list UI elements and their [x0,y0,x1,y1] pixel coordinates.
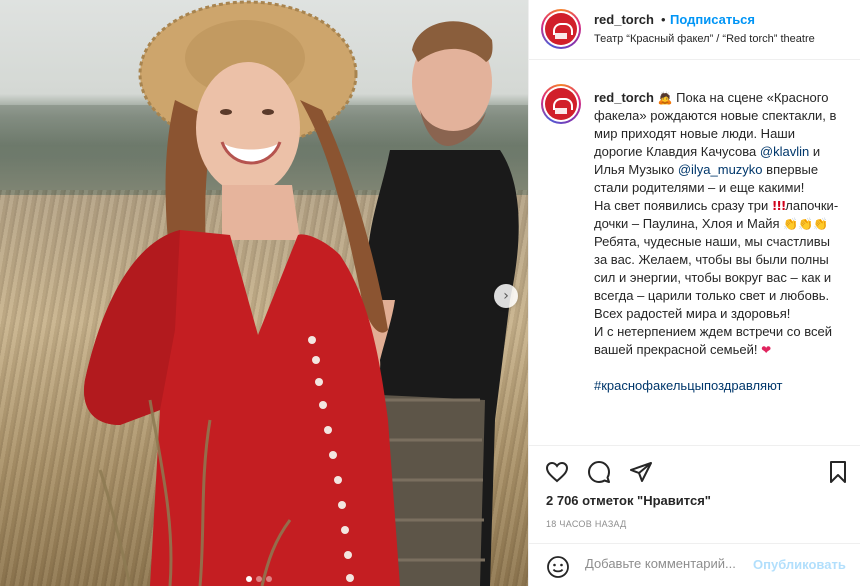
caption-line4: И с нетерпением ждем встречи со всей ваш… [594,324,832,357]
post-header: red_torch • Подписаться Театр “Красный ф… [529,0,860,60]
photo-scene [84,0,519,586]
red-torch-logo-icon [545,88,577,120]
post-photo[interactable]: › [0,0,528,586]
post-author-username[interactable]: red_torch [594,12,654,27]
carousel-next-button[interactable]: › [494,284,518,308]
comment-bar: Опубликовать [529,543,860,586]
action-icons-row [544,459,654,485]
caption-username[interactable]: red_torch [594,90,654,105]
bookmark-icon [830,461,846,483]
avatar[interactable] [541,9,581,49]
smiley-icon [547,556,569,578]
carousel-dot [266,576,272,582]
person-bowing-emoji-icon: 🙇 [657,91,673,105]
carousel-indicator [246,576,272,582]
post-timestamp[interactable]: 18 ЧАСОВ НАЗАД [546,519,627,529]
exclamation-emoji-icon: !!! [771,199,786,213]
clapping-hands-emoji-icon: 👏👏👏 [783,217,828,231]
paper-plane-icon [630,462,652,482]
caption-line3: Ребята, чудесные наши, мы счастливы за в… [594,234,832,321]
caption-line2: На свет появились сразу три [594,198,772,213]
mention-link[interactable]: @klavlin [760,144,809,159]
share-button[interactable] [628,459,654,485]
heart-icon [545,461,569,483]
follow-button[interactable]: Подписаться [670,12,755,27]
like-button[interactable] [544,459,570,485]
post-side-panel: red_torch • Подписаться Театр “Красный ф… [528,0,860,586]
post-actions: 2 706 отметок "Нравится" 18 ЧАСОВ НАЗАД … [529,445,860,585]
hashtag-link[interactable]: #краснофакельцыпоздравляют [594,378,783,393]
mention-link[interactable]: @ilya_muzyko [678,162,763,177]
publish-comment-button[interactable]: Опубликовать [753,557,846,572]
chevron-right-icon: › [503,288,509,304]
avatar[interactable] [541,84,581,124]
comment-button[interactable] [586,459,612,485]
heart-emoji-icon: ❤ [761,343,772,357]
post-caption: red_torch 🙇 Пока на сцене «Красного факе… [529,61,860,444]
caption-text: red_torch 🙇 Пока на сцене «Красного факе… [594,89,842,395]
carousel-dot-active [246,576,252,582]
save-button[interactable] [825,459,851,485]
carousel-dot [256,576,262,582]
comment-icon [588,461,610,483]
red-torch-logo-icon [545,13,577,45]
header-separator: • [661,12,666,27]
likes-count[interactable]: 2 706 отметок "Нравится" [546,493,711,508]
post-location[interactable]: Театр “Красный факел” / “Red torch” thea… [594,33,815,45]
emoji-picker-button[interactable] [545,554,571,580]
